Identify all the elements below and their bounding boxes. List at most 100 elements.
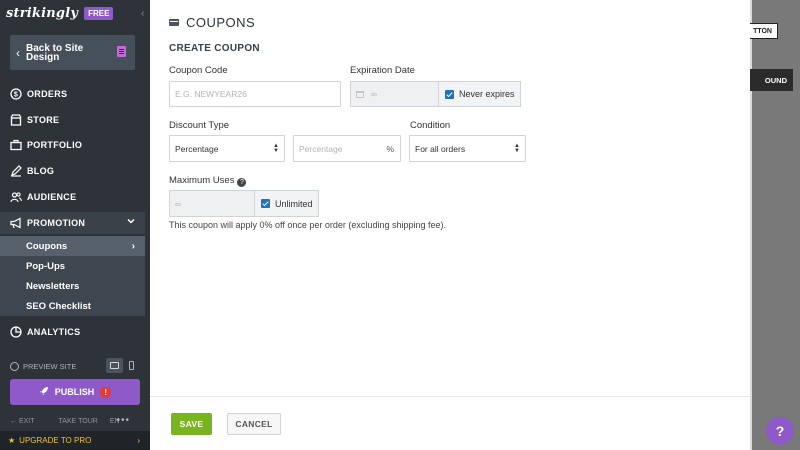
preview-site-row: PREVIEW SITE: [10, 358, 140, 374]
condition-value: For all orders: [415, 143, 466, 154]
sub-item-label: Newsletters: [26, 280, 80, 292]
never-expires-checkbox[interactable]: Never expires: [438, 81, 521, 107]
back-to-site-design-button[interactable]: ‹ Back to Site Design: [10, 35, 135, 70]
back-button-label: Back to Site Design: [26, 42, 84, 63]
nav-item-promotion[interactable]: PROMOTION: [0, 212, 145, 234]
nav-label: PORTFOLIO: [27, 140, 83, 150]
publish-label: PUBLISH: [54, 387, 95, 397]
plan-badge: FREE: [84, 7, 114, 20]
search-icon: [10, 361, 19, 371]
nav-item-blog[interactable]: BLOG: [0, 160, 145, 182]
pie-chart-icon: [10, 326, 22, 338]
svg-text:$: $: [14, 92, 18, 99]
page-icon: [117, 46, 126, 57]
nav-item-analytics[interactable]: ANALYTICS: [0, 321, 145, 343]
portfolio-icon: [10, 139, 22, 151]
percent-unit: %: [386, 143, 394, 154]
nav-label: PROMOTION: [27, 218, 86, 228]
publish-button[interactable]: PUBLISH !: [10, 379, 140, 405]
sub-item-label: Coupons: [26, 240, 68, 252]
store-icon: [10, 114, 22, 126]
coupon-icon: [169, 19, 179, 26]
nav-label: ORDERS: [27, 89, 68, 99]
unlimited-label: Unlimited: [275, 198, 313, 209]
chevron-right-icon: ›: [131, 240, 135, 252]
sidebar-item-seo-checklist[interactable]: SEO Checklist: [0, 296, 145, 316]
cancel-button[interactable]: CANCEL: [227, 413, 281, 435]
nav-label: BLOG: [27, 166, 55, 176]
sidebar-footer-links: ← EXIT TAKE TOUR EN •••: [10, 415, 142, 426]
expiration-date-value: ∞: [371, 89, 378, 99]
page-title-text: COUPONS: [186, 15, 256, 30]
sidebar-item-popups[interactable]: Pop-Ups: [0, 256, 145, 276]
checkbox-checked-icon: [261, 199, 270, 208]
discount-type-label: Discount Type: [169, 120, 230, 131]
coupons-panel: COUPONS CREATE COUPON Coupon Code E.G. N…: [150, 0, 750, 450]
discount-type-select[interactable]: Percentage ▲ ▼: [169, 135, 285, 162]
nav-item-store[interactable]: STORE: [0, 109, 145, 131]
sub-item-label: SEO Checklist: [26, 300, 91, 312]
never-expires-label: Never expires: [459, 89, 515, 99]
pen-icon: [10, 165, 22, 177]
checkbox-checked-icon: [445, 89, 454, 99]
desktop-preview-button[interactable]: [106, 358, 123, 373]
page-title: COUPONS: [169, 15, 255, 30]
expiration-date-label: Expiration Date: [350, 65, 415, 76]
logo-row: strikingly FREE: [0, 0, 150, 27]
maximum-uses-label-text: Maximum Uses: [169, 175, 235, 186]
nav-item-portfolio[interactable]: PORTFOLIO: [0, 134, 145, 156]
calendar-icon: [356, 90, 364, 98]
more-icon[interactable]: •••: [116, 415, 130, 426]
coupon-summary-note: This coupon will apply 0% off once per o…: [169, 220, 446, 230]
coupon-code-placeholder: E.G. NEWYEAR26: [175, 89, 247, 99]
chevron-right-icon: ›: [137, 436, 140, 445]
select-arrows-icon: ▲ ▼: [514, 142, 520, 154]
sidebar: strikingly FREE ‹ ‹ Back to Site Design …: [0, 0, 150, 450]
exit-link[interactable]: ← EXIT: [10, 418, 47, 425]
people-icon: [10, 191, 22, 203]
star-icon: ★: [8, 436, 16, 445]
upgrade-label: UPGRADE TO PRO: [19, 436, 92, 445]
dollar-icon: $: [10, 88, 22, 100]
preview-site-link[interactable]: PREVIEW SITE: [23, 362, 76, 371]
save-button[interactable]: SAVE: [171, 413, 212, 435]
nav-item-orders[interactable]: $ ORDERS: [0, 83, 145, 105]
rocket-icon: [39, 386, 49, 399]
section-title: CREATE COUPON: [169, 43, 260, 54]
maximum-uses-label: Maximum Uses?: [169, 175, 247, 187]
exit-label: EXIT: [18, 418, 35, 425]
nav-label: ANALYTICS: [27, 327, 81, 337]
monitor-icon: [110, 362, 119, 369]
maximum-uses-input[interactable]: ∞: [169, 190, 255, 217]
background-button-dark: OUND: [743, 69, 793, 91]
take-tour-link[interactable]: TAKE TOUR: [59, 418, 98, 425]
megaphone-icon: [10, 217, 22, 229]
discount-type-value: Percentage: [175, 143, 219, 154]
mobile-preview-button[interactable]: [123, 358, 140, 373]
condition-label: Condition: [410, 120, 451, 131]
nav-label: STORE: [27, 115, 60, 125]
sub-item-label: Pop-Ups: [26, 260, 66, 272]
discount-value-input[interactable]: Percentage %: [293, 135, 401, 162]
sidebar-item-newsletters[interactable]: Newsletters: [0, 276, 145, 296]
expiration-date-input[interactable]: ∞: [350, 81, 439, 107]
upgrade-to-pro-button[interactable]: ★ UPGRADE TO PRO ›: [0, 431, 150, 450]
help-chat-button[interactable]: ?: [766, 417, 794, 445]
discount-value-placeholder: Percentage: [299, 143, 343, 154]
alert-badge: !: [100, 386, 112, 398]
condition-select[interactable]: For all orders ▲ ▼: [409, 135, 526, 162]
chevron-down-icon: [127, 217, 135, 227]
chevron-left-icon: ‹: [16, 45, 20, 60]
logo: strikingly: [6, 6, 79, 21]
maximum-uses-value: ∞: [175, 198, 182, 209]
device-toggle: [106, 358, 140, 373]
nav-item-audience[interactable]: AUDIENCE: [0, 186, 145, 208]
sidebar-item-coupons[interactable]: Coupons ›: [0, 236, 145, 256]
divider: [150, 396, 750, 397]
background-overlay: [752, 0, 800, 450]
unlimited-checkbox[interactable]: Unlimited: [254, 190, 319, 217]
help-icon[interactable]: ?: [237, 178, 247, 187]
select-arrows-icon: ▲ ▼: [273, 142, 279, 154]
collapse-sidebar-icon[interactable]: ‹: [141, 8, 144, 19]
coupon-code-input[interactable]: E.G. NEWYEAR26: [169, 81, 341, 107]
